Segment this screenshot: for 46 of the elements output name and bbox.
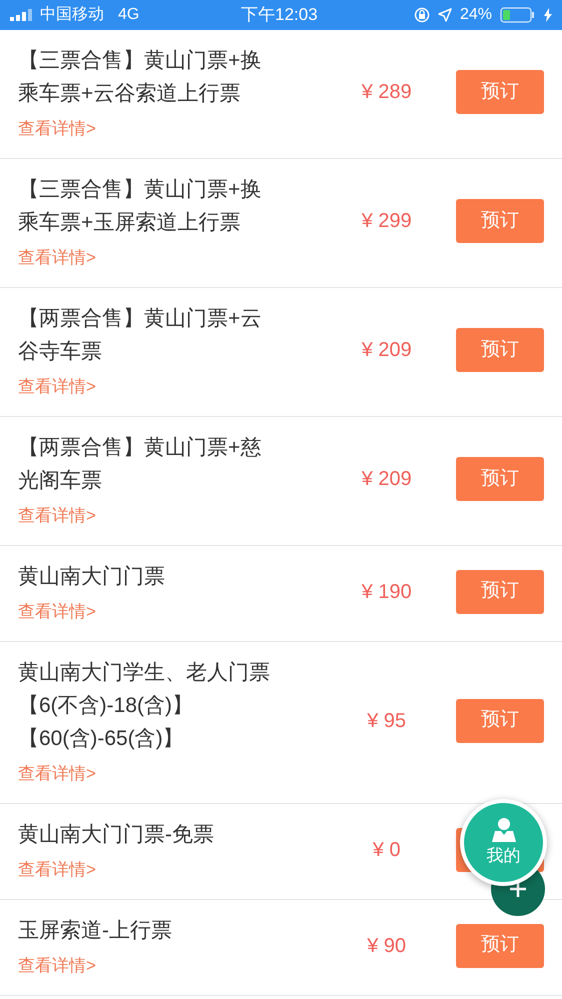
- details-link[interactable]: 查看详情>: [18, 247, 96, 269]
- ticket-title: 【三票合售】黄山门票+换: [18, 177, 262, 203]
- person-icon: [490, 816, 516, 843]
- battery-icon: [500, 7, 536, 23]
- book-button[interactable]: 预订: [456, 457, 544, 501]
- ticket-title: 【两票合售】黄山门票+慈: [18, 435, 262, 461]
- battery-percent: 24%: [460, 5, 492, 25]
- network-type: 4G: [118, 5, 140, 25]
- book-button[interactable]: 预订: [456, 199, 544, 243]
- price: ¥ 0: [372, 838, 402, 862]
- ticket-title: 【两票合售】黄山门票+云: [18, 306, 262, 332]
- book-button[interactable]: 预订: [456, 698, 544, 742]
- ticket-title: 乘车票+玉屏索道上行票: [18, 210, 242, 236]
- ticket-title: 【6(不含)-18(含)】: [18, 693, 194, 719]
- ticket-title: 黄山南大门门票: [18, 564, 166, 590]
- book-button[interactable]: 预订: [456, 570, 544, 614]
- price: ¥ 209: [360, 338, 413, 363]
- price: ¥ 289: [360, 80, 413, 105]
- book-button[interactable]: 预订: [456, 70, 544, 114]
- details-link[interactable]: 查看详情>: [18, 376, 96, 398]
- carrier-name: 中国移动: [40, 4, 104, 25]
- ticket-title: 谷寺车票: [18, 339, 103, 365]
- location-icon: [438, 8, 452, 22]
- book-button[interactable]: 预订: [456, 328, 544, 372]
- ticket-title: 黄山南大门门票-免票: [18, 822, 215, 848]
- clock-time: 下午12:03: [241, 4, 318, 26]
- ticket-title: 玉屏索道-上行票: [18, 918, 173, 944]
- ticket-title: 光阁车票: [18, 468, 103, 494]
- details-link[interactable]: 查看详情>: [18, 118, 96, 140]
- price: ¥ 95: [366, 708, 408, 734]
- ticket-title: 【60(含)-65(含)】: [18, 726, 185, 752]
- ticket-title: 【三票合售】黄山门票+换: [18, 48, 262, 74]
- price: ¥ 190: [360, 580, 413, 604]
- price: ¥ 209: [360, 467, 413, 492]
- details-link[interactable]: 查看详情>: [18, 955, 96, 977]
- price: ¥ 90: [366, 934, 408, 958]
- price: ¥ 299: [360, 209, 413, 234]
- ticket-title: 乘车票+云谷索道上行票: [18, 81, 242, 107]
- details-link[interactable]: 查看详情>: [18, 505, 96, 527]
- details-link[interactable]: 查看详情>: [18, 859, 96, 881]
- details-link[interactable]: 查看详情>: [18, 763, 96, 785]
- charging-icon: [544, 8, 552, 22]
- book-button[interactable]: 预订: [456, 924, 544, 968]
- rotation-lock-icon: [414, 7, 430, 23]
- ticket-title: 黄山南大门学生、老人门票: [18, 660, 271, 686]
- details-link[interactable]: 查看详情>: [18, 601, 96, 623]
